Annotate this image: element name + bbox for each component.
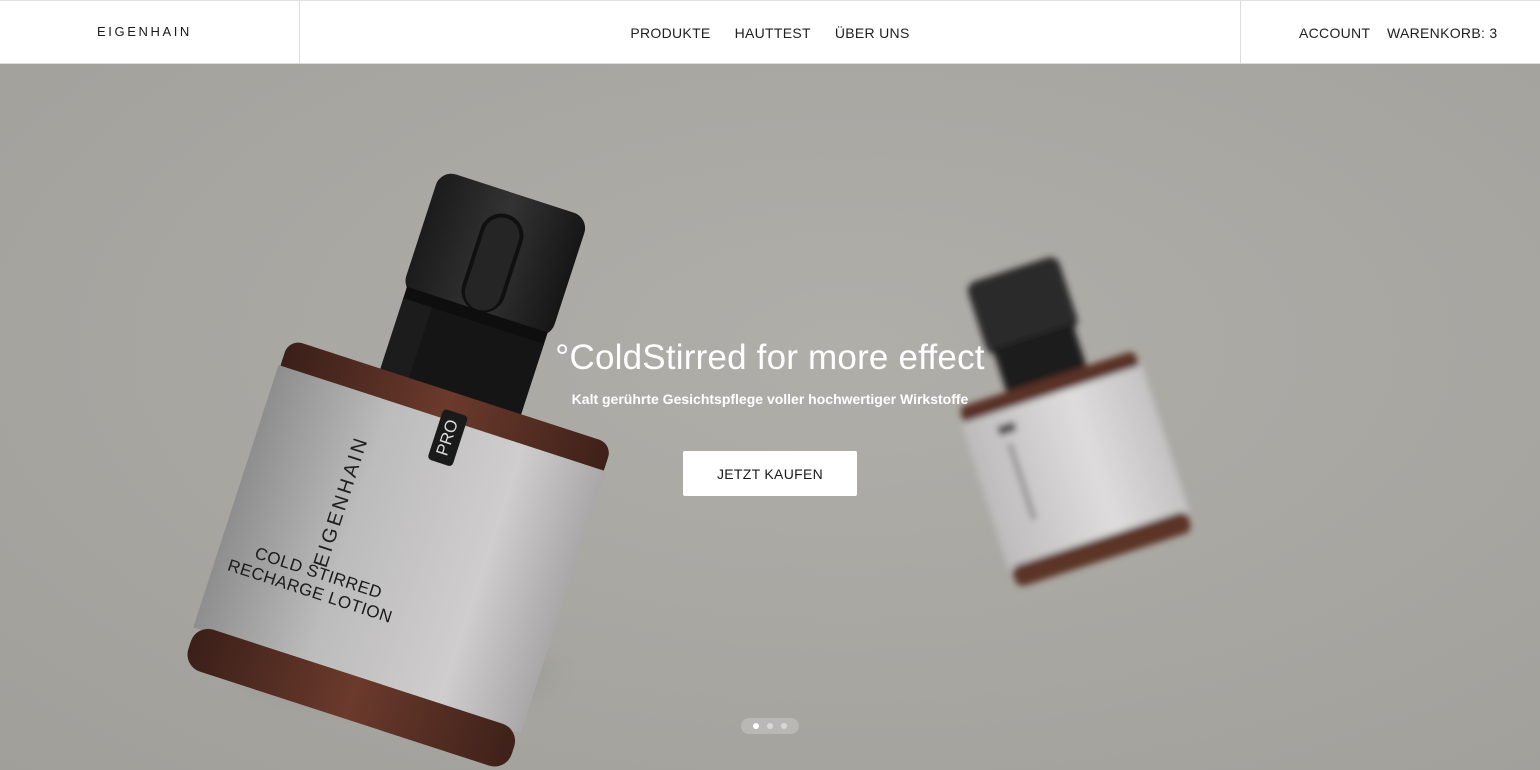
hero-product-image [187, 173, 1191, 767]
slide-dot-1[interactable] [753, 723, 759, 729]
main-nav: PRODUKTE HAUTTEST ÜBER UNS [300, 1, 1240, 64]
hero-slider: PRO EIGENHAIN COLD STIRRED RECHARGE LOTI… [0, 64, 1540, 770]
account-link[interactable]: ACCOUNT [1299, 25, 1370, 41]
buy-now-button[interactable]: JETZT KAUFEN [683, 451, 857, 496]
slide-dot-3[interactable] [781, 723, 787, 729]
site-header: EIGENHAIN PRODUKTE HAUTTEST ÜBER UNS ACC… [0, 0, 1540, 64]
slider-pagination [741, 718, 799, 734]
brand-logo[interactable]: EIGENHAIN [97, 24, 192, 39]
hero-title: °ColdStirred for more effect [555, 338, 985, 377]
logo-cell: EIGENHAIN [0, 1, 300, 64]
near-bottle-graphic [187, 173, 609, 767]
slide-dot-2[interactable] [767, 723, 773, 729]
hero-subtitle: Kalt gerührte Gesichtspflege voller hoch… [571, 391, 969, 407]
nav-item-hauttest[interactable]: HAUTTEST [735, 25, 811, 41]
nav-item-ueber-uns[interactable]: ÜBER UNS [835, 25, 910, 41]
user-nav: ACCOUNT WARENKORB: 3 [1240, 1, 1540, 64]
far-bottle-graphic [960, 257, 1191, 586]
nav-item-produkte[interactable]: PRODUKTE [630, 25, 710, 41]
cart-link[interactable]: WARENKORB: 3 [1387, 25, 1497, 41]
